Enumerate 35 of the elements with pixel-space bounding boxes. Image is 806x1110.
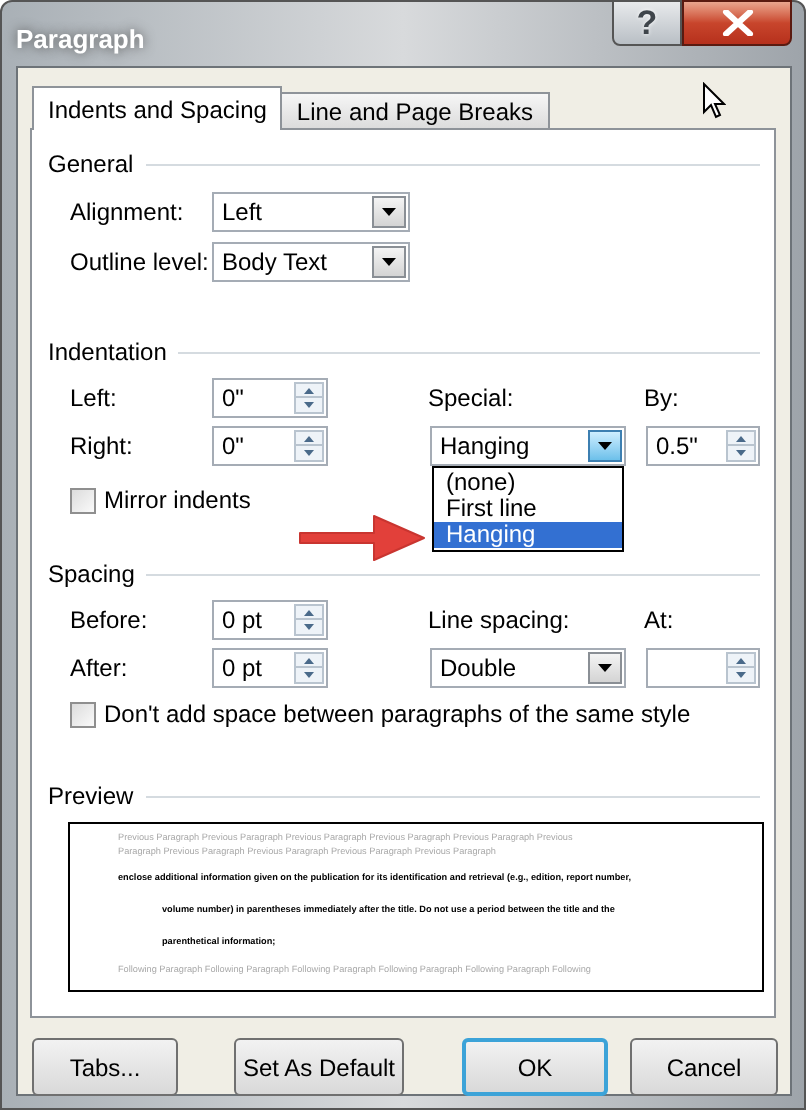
field-label: At:: [644, 604, 674, 638]
dropdown-option[interactable]: First line: [434, 496, 622, 522]
section-heading: Preview: [48, 780, 134, 814]
tab[interactable]: Line and Page Breaks: [282, 92, 550, 128]
dropdown[interactable]: Double: [430, 648, 626, 688]
dialog-button[interactable]: Tabs...: [32, 1038, 178, 1096]
help-button[interactable]: ?: [612, 0, 682, 46]
field-label: Left:: [70, 382, 119, 416]
number-field[interactable]: 0 pt: [212, 600, 328, 640]
dialog-button[interactable]: Cancel: [630, 1038, 778, 1096]
section-heading: Spacing: [48, 558, 135, 592]
dropdown-option[interactable]: Hanging: [434, 522, 622, 548]
field-label: Special:: [428, 382, 516, 416]
field-label: Right:: [70, 430, 135, 464]
checkbox-label: Don't add space between paragraphs of the same style: [104, 698, 691, 732]
tab[interactable]: Indents and Spacing: [32, 86, 283, 130]
number-field[interactable]: 0.5": [646, 426, 760, 466]
field-label: Alignment:: [70, 196, 186, 230]
dropdown[interactable]: Body Text: [212, 242, 410, 282]
number-field[interactable]: 0": [212, 426, 328, 466]
dropdown-option[interactable]: (none): [434, 470, 622, 496]
number-field[interactable]: 0 pt: [212, 648, 328, 688]
window-title: Paragraph: [16, 22, 145, 58]
section-heading: General: [48, 148, 134, 182]
section-heading: Indentation: [48, 336, 167, 370]
field-label: By:: [644, 382, 679, 416]
field-label: After:: [70, 652, 130, 686]
checkbox-label: Mirror indents: [104, 484, 251, 518]
dialog-button[interactable]: OK: [462, 1038, 608, 1096]
field-label: Before:: [70, 604, 150, 638]
field-label: Line spacing:: [428, 604, 572, 638]
dialog-button[interactable]: Set As Default: [234, 1038, 404, 1096]
number-field[interactable]: 0": [212, 378, 328, 418]
dropdown[interactable]: Left: [212, 192, 410, 232]
field-label: Outline level:: [70, 246, 211, 280]
